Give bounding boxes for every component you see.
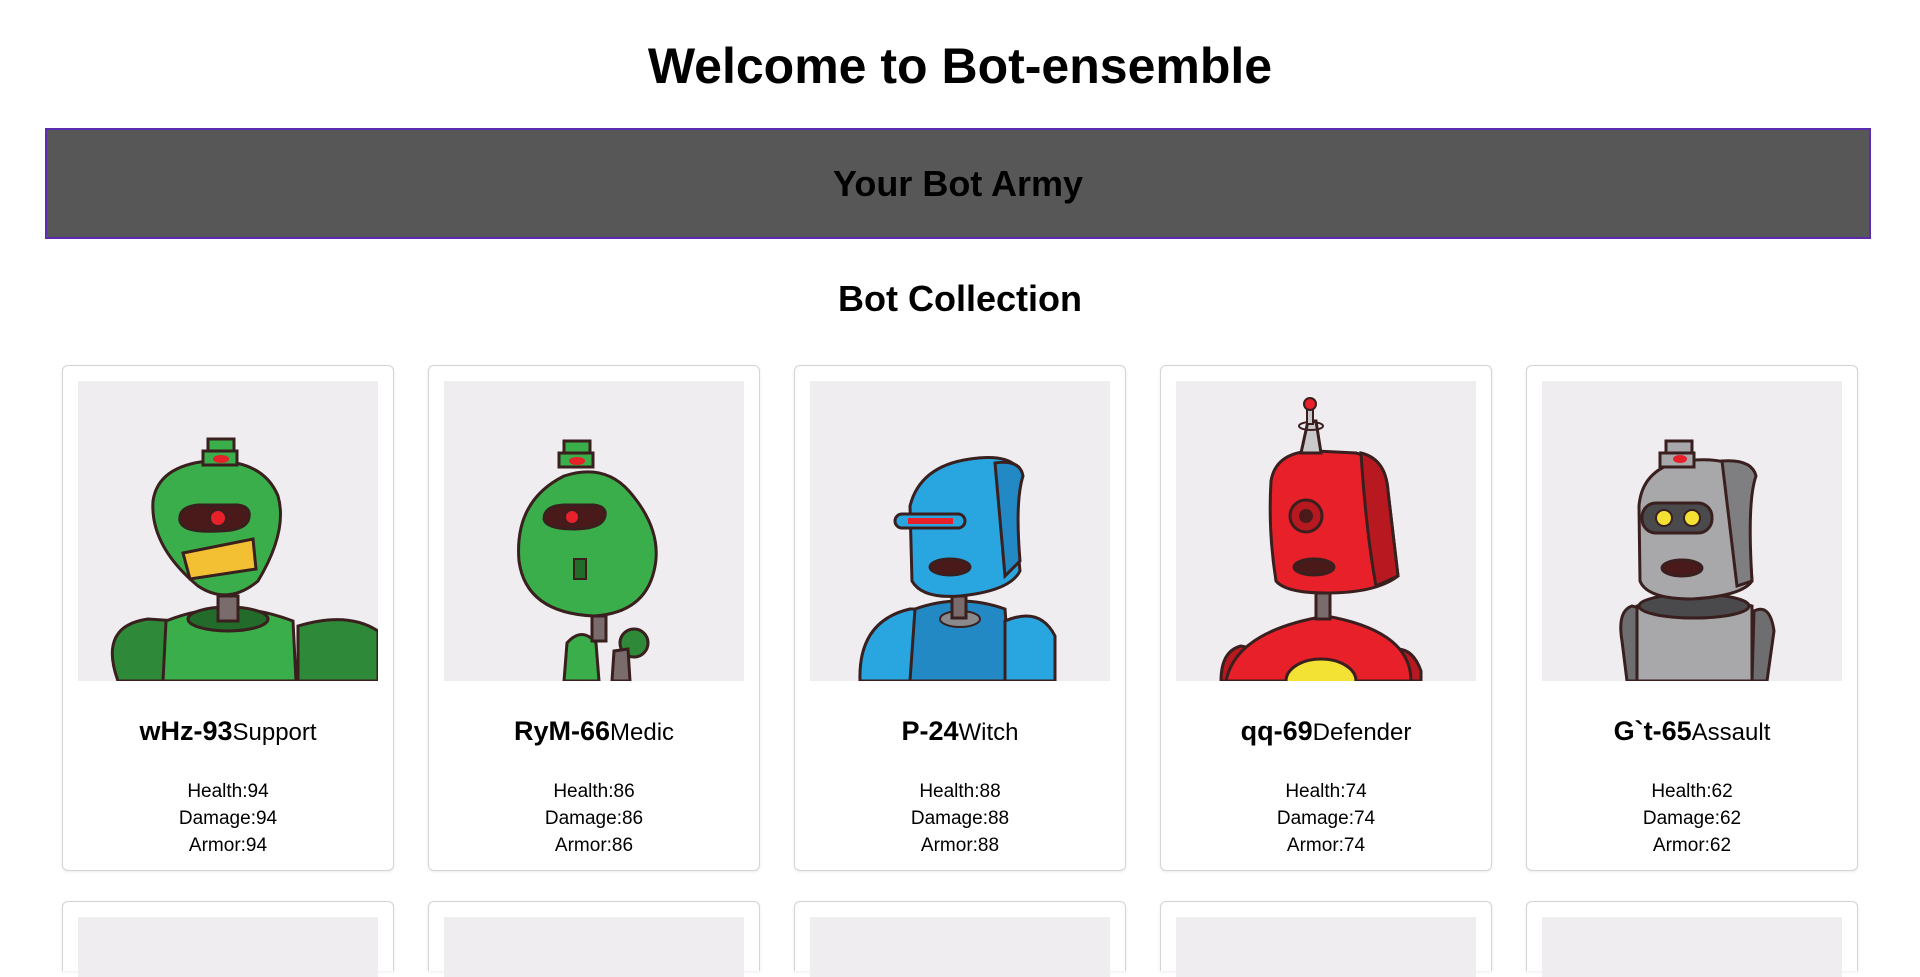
green-slim-robot-image (444, 381, 744, 681)
bot-portrait (1176, 917, 1476, 977)
bot-portrait (810, 381, 1110, 681)
red-antenna-robot-image (1176, 381, 1476, 681)
bot-class: Defender (1312, 719, 1412, 746)
bot-card[interactable] (1160, 901, 1492, 977)
bot-portrait (1542, 917, 1842, 977)
bot-health: Health:74 (1285, 781, 1367, 802)
bot-name: qq-69 (1240, 716, 1313, 746)
bot-army-section: Your Bot Army (45, 128, 1871, 239)
blue-visor-robot-image (810, 381, 1110, 681)
bot-name: RyM-66 (513, 716, 610, 746)
bot-armor: Armor:88 (920, 835, 1000, 856)
bot-portrait (1176, 381, 1476, 681)
bot-health: Health:62 (1651, 781, 1733, 802)
bot-damage: Damage:88 (910, 808, 1010, 829)
page-title: Welcome to Bot-ensemble (647, 38, 1273, 94)
bot-name: wHz-93 (139, 716, 233, 746)
bot-portrait (78, 917, 378, 977)
bot-stats: Health:86 Damage:86 Armor:86 (429, 778, 759, 859)
bot-card[interactable] (428, 901, 760, 977)
bot-armor: Armor:86 (554, 835, 634, 856)
bot-name: P-24 (901, 716, 959, 746)
bot-card[interactable] (62, 901, 394, 977)
bot-armor: Armor:74 (1286, 835, 1366, 856)
bot-armor: Armor:62 (1652, 835, 1732, 856)
green-grin-robot-image (78, 381, 378, 681)
bot-health: Health:88 (919, 781, 1001, 802)
bot-damage: Damage:86 (544, 808, 644, 829)
bot-stats: Health:74 Damage:74 Armor:74 (1161, 778, 1491, 859)
bot-stats: Health:94 Damage:94 Armor:94 (63, 778, 393, 859)
bot-portrait (444, 917, 744, 977)
bot-stats: Health:62 Damage:62 Armor:62 (1527, 778, 1857, 859)
bot-title: P-24Witch (795, 714, 1125, 753)
bot-title: wHz-93Support (63, 714, 393, 753)
bot-name: G`t-65 (1613, 716, 1692, 746)
bot-portrait (1542, 381, 1842, 681)
bot-card[interactable]: G`t-65Assault Health:62 Damage:62 Armor:… (1526, 365, 1858, 871)
bot-damage: Damage:74 (1276, 808, 1376, 829)
bot-stats: Health:88 Damage:88 Armor:88 (795, 778, 1125, 859)
bot-card[interactable]: RyM-66Medic Health:86 Damage:86 Armor:86 (428, 365, 760, 871)
bot-damage: Damage:62 (1642, 808, 1742, 829)
bot-title: RyM-66Medic (429, 714, 759, 753)
gray-robot-image (1542, 381, 1842, 681)
bot-portrait (444, 381, 744, 681)
bot-card[interactable] (1526, 901, 1858, 977)
bot-class: Medic (610, 719, 675, 746)
bot-portrait (810, 917, 1110, 977)
bot-card[interactable] (794, 901, 1126, 977)
bot-portrait (78, 381, 378, 681)
bot-health: Health:94 (187, 781, 269, 802)
bot-collection-grid: wHz-93Support Health:94 Damage:94 Armor:… (62, 365, 1862, 977)
bot-class: Support (232, 719, 317, 746)
bot-class: Witch (958, 719, 1019, 746)
bot-collection-title: Bot Collection (838, 278, 1082, 319)
bot-armor: Armor:94 (188, 835, 268, 856)
bot-army-title: Your Bot Army (832, 162, 1083, 204)
bot-card[interactable]: qq-69Defender Health:74 Damage:74 Armor:… (1160, 365, 1492, 871)
bot-card[interactable]: wHz-93Support Health:94 Damage:94 Armor:… (62, 365, 394, 871)
bot-title: G`t-65Assault (1527, 714, 1857, 753)
bot-class: Assault (1691, 719, 1771, 746)
bot-damage: Damage:94 (178, 808, 278, 829)
bot-title: qq-69Defender (1161, 714, 1491, 753)
bot-health: Health:86 (553, 781, 635, 802)
bot-card[interactable]: P-24Witch Health:88 Damage:88 Armor:88 (794, 365, 1126, 871)
